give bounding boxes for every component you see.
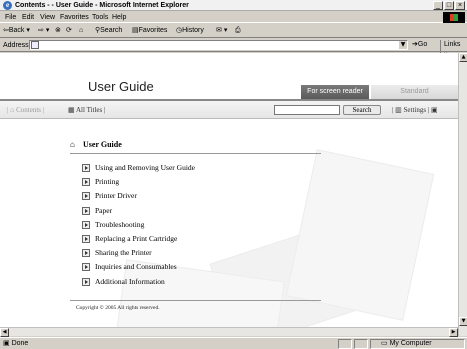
title-bar: e Contents - - User Guide - Microsoft In… [0, 0, 467, 11]
settings-icon: ▥ [395, 106, 402, 114]
print-icon: ⎙ [235, 27, 241, 34]
tab-screen-reader[interactable]: For screen reader [301, 85, 369, 99]
close-button[interactable]: × [455, 1, 465, 10]
help-icon: ▣ [431, 106, 438, 114]
ie-icon: e [3, 1, 12, 10]
toc-item[interactable]: Additional Information [82, 275, 195, 289]
arrow-bullet-icon [82, 249, 90, 258]
footer-divider [70, 300, 321, 301]
favorites-button[interactable]: ▤Favorites [132, 26, 167, 36]
scroll-up-arrow-icon[interactable]: ▲ [459, 53, 467, 62]
nav-all-titles[interactable]: ▦ All Titles | [68, 105, 105, 115]
horizontal-scrollbar[interactable]: ◀ ▶ [0, 327, 458, 337]
address-bar: Address ▼ ➔Go Links » [0, 39, 467, 60]
stop-button[interactable]: ⊗ [55, 26, 61, 36]
page-title: User Guide [88, 79, 154, 94]
menu-favorites[interactable]: Favorites [60, 13, 89, 22]
tab-standard[interactable]: Standard [371, 85, 458, 99]
computer-icon: ▭ [381, 340, 388, 347]
page-icon [31, 41, 39, 49]
nav-contents[interactable]: | ⌂ Contents | [7, 105, 44, 115]
windows-logo-icon [443, 12, 465, 23]
toolbar: ⇦Back ▾ ⇨ ▾ ⊗ ⟳ ⌂ ⚲Search ▤Favorites ◷Hi… [0, 24, 467, 38]
home-icon: ⌂ [10, 106, 15, 114]
scroll-left-arrow-icon[interactable]: ◀ [0, 328, 9, 337]
back-button[interactable]: ⇦Back ▾ [3, 26, 30, 36]
mail-button[interactable]: ✉ ▾ [216, 26, 227, 36]
section-divider [70, 153, 321, 154]
toc-item[interactable]: Replacing a Print Cartridge [82, 232, 195, 246]
home-icon: ⌂ [70, 140, 75, 149]
toc-item[interactable]: Sharing the Printer [82, 246, 195, 260]
page-done-icon: ▣ [3, 340, 10, 347]
nav-row: | ⌂ Contents | ▦ All Titles | Search | ▥… [0, 101, 458, 119]
nav-settings[interactable]: | ▥ Settings | ▣ [392, 105, 438, 115]
toc-body: ⌂ User Guide Using and Removing User Guid… [0, 120, 458, 336]
arrow-bullet-icon [82, 178, 90, 187]
status-cell [338, 339, 352, 349]
toc-item[interactable]: Inquiries and Consumables [82, 260, 195, 274]
arrow-bullet-icon [82, 234, 90, 243]
page-header: User Guide For screen reader Standard [0, 53, 458, 101]
maximize-button[interactable]: □ [444, 1, 454, 10]
toc-item[interactable]: Troubleshooting [82, 218, 195, 232]
menu-bar: File Edit View Favorites Tools Help [0, 12, 467, 23]
arrow-bullet-icon [82, 263, 90, 272]
minimize-button[interactable]: _ [433, 1, 443, 10]
search-button[interactable]: ⚲Search [95, 26, 122, 36]
arrow-bullet-icon [82, 277, 90, 286]
refresh-button[interactable]: ⟳ [66, 26, 72, 36]
scroll-down-arrow-icon[interactable]: ▼ [459, 317, 467, 326]
address-label: Address [3, 42, 29, 49]
security-zone: ▭ My Computer [381, 340, 432, 347]
address-input[interactable]: ▼ [29, 40, 408, 50]
menu-edit[interactable]: Edit [22, 13, 34, 22]
home-button[interactable]: ⌂ [79, 26, 83, 36]
status-text: ▣ Done [3, 340, 29, 347]
section-title: ⌂ User Guide [70, 140, 122, 149]
toc-item[interactable]: Paper [82, 204, 195, 218]
toc-list: Using and Removing User Guide Printing P… [82, 161, 195, 289]
content-area: User Guide For screen reader Standard | … [0, 53, 458, 336]
toc-item[interactable]: Printing [82, 175, 195, 189]
menu-help[interactable]: Help [112, 13, 126, 22]
print-button[interactable]: ⎙ [235, 26, 241, 36]
arrow-bullet-icon [82, 164, 90, 172]
menu-view[interactable]: View [40, 13, 55, 22]
scroll-right-arrow-icon[interactable]: ▶ [449, 328, 458, 337]
address-dropdown-icon[interactable]: ▼ [399, 41, 407, 49]
history-button[interactable]: ◷History [176, 26, 204, 36]
copyright-text: Copyright © 2005 All rights reserved. [76, 305, 160, 311]
toc-item[interactable]: Printer Driver [82, 189, 195, 203]
forward-arrow-icon: ⇨ [38, 27, 44, 34]
menu-tools[interactable]: Tools [92, 13, 108, 22]
toc-item[interactable]: Using and Removing User Guide [82, 161, 195, 175]
vertical-scrollbar[interactable]: ▲ ▼ [458, 53, 467, 336]
status-cell [354, 339, 368, 349]
status-bar: ▣ Done ▭ My Computer [0, 337, 467, 349]
background-paper-decoration [285, 149, 435, 321]
arrow-bullet-icon [82, 206, 90, 215]
stop-icon: ⊗ [55, 27, 61, 34]
go-button[interactable]: ➔Go [412, 40, 427, 50]
home-icon: ⌂ [79, 27, 84, 34]
window-title: Contents - - User Guide - Microsoft Inte… [15, 2, 189, 9]
favorites-icon: ▤ [132, 27, 139, 34]
menu-file[interactable]: File [5, 13, 16, 22]
titles-icon: ▦ [68, 106, 75, 114]
arrow-bullet-icon [82, 220, 90, 229]
forward-button[interactable]: ⇨ ▾ [38, 26, 49, 36]
search-submit-button[interactable]: Search [343, 105, 381, 115]
mail-icon: ✉ [216, 27, 222, 34]
search-input[interactable] [274, 105, 340, 115]
refresh-icon: ⟳ [66, 27, 72, 34]
arrow-bullet-icon [82, 192, 90, 201]
